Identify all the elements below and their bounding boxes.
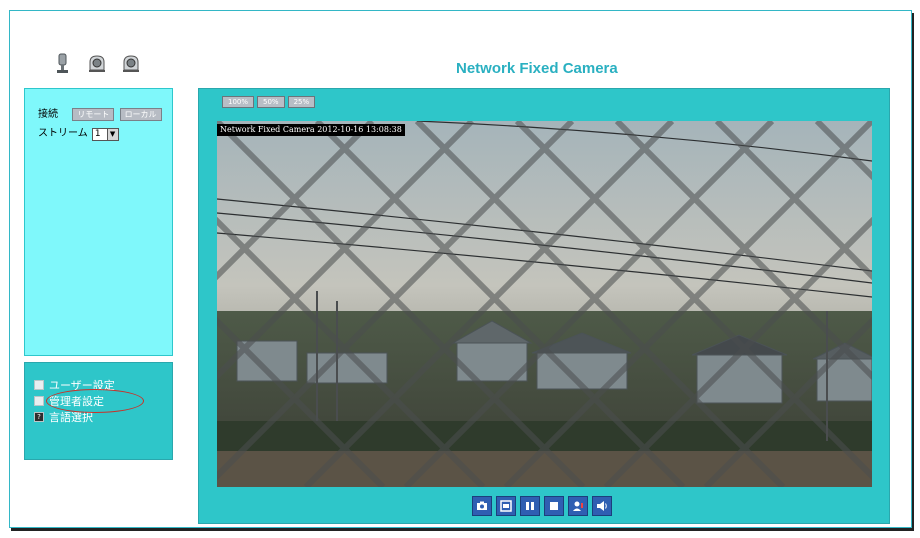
stream-select[interactable]: 1 ▼ xyxy=(91,127,119,141)
resolution-100-button[interactable]: 100% xyxy=(222,96,255,108)
resolution-50-button[interactable]: 50% xyxy=(257,96,285,108)
video-overlay-timestamp: Network Fixed Camera 2012-10-16 13:08:38 xyxy=(217,124,405,136)
connect-row: 接続 リモート ローカル xyxy=(38,105,162,121)
stop-icon[interactable] xyxy=(544,496,564,516)
talk-icon[interactable] xyxy=(568,496,588,516)
stream-row: ストリーム 1 ▼ xyxy=(38,124,119,141)
top-icons xyxy=(52,52,142,74)
video-feed[interactable] xyxy=(217,121,872,487)
snapshot-icon[interactable] xyxy=(472,496,492,516)
stream-label: ストリーム xyxy=(38,128,88,139)
page-title: Network Fixed Camera xyxy=(456,60,618,77)
connect-label: 接続 xyxy=(38,109,58,120)
local-button[interactable]: ローカル xyxy=(119,108,162,121)
camera-icon[interactable] xyxy=(52,52,74,74)
resolution-25-button[interactable]: 25% xyxy=(287,96,316,108)
remote-button[interactable]: リモート xyxy=(72,108,115,121)
stream-value: 1 xyxy=(94,129,101,139)
ptz-camera-icon[interactable] xyxy=(120,52,142,74)
pause-icon[interactable] xyxy=(520,496,540,516)
highlight-ellipse xyxy=(46,389,144,413)
resolution-buttons: 100% 50% 25% xyxy=(222,96,316,108)
admin-icon xyxy=(34,396,44,406)
user-icon xyxy=(34,380,44,390)
playback-controls xyxy=(472,496,612,516)
help-icon: ? xyxy=(34,412,44,422)
record-icon[interactable] xyxy=(496,496,516,516)
audio-icon[interactable] xyxy=(592,496,612,516)
chevron-down-icon[interactable]: ▼ xyxy=(106,128,118,140)
ptz-camera-icon[interactable] xyxy=(86,52,108,74)
